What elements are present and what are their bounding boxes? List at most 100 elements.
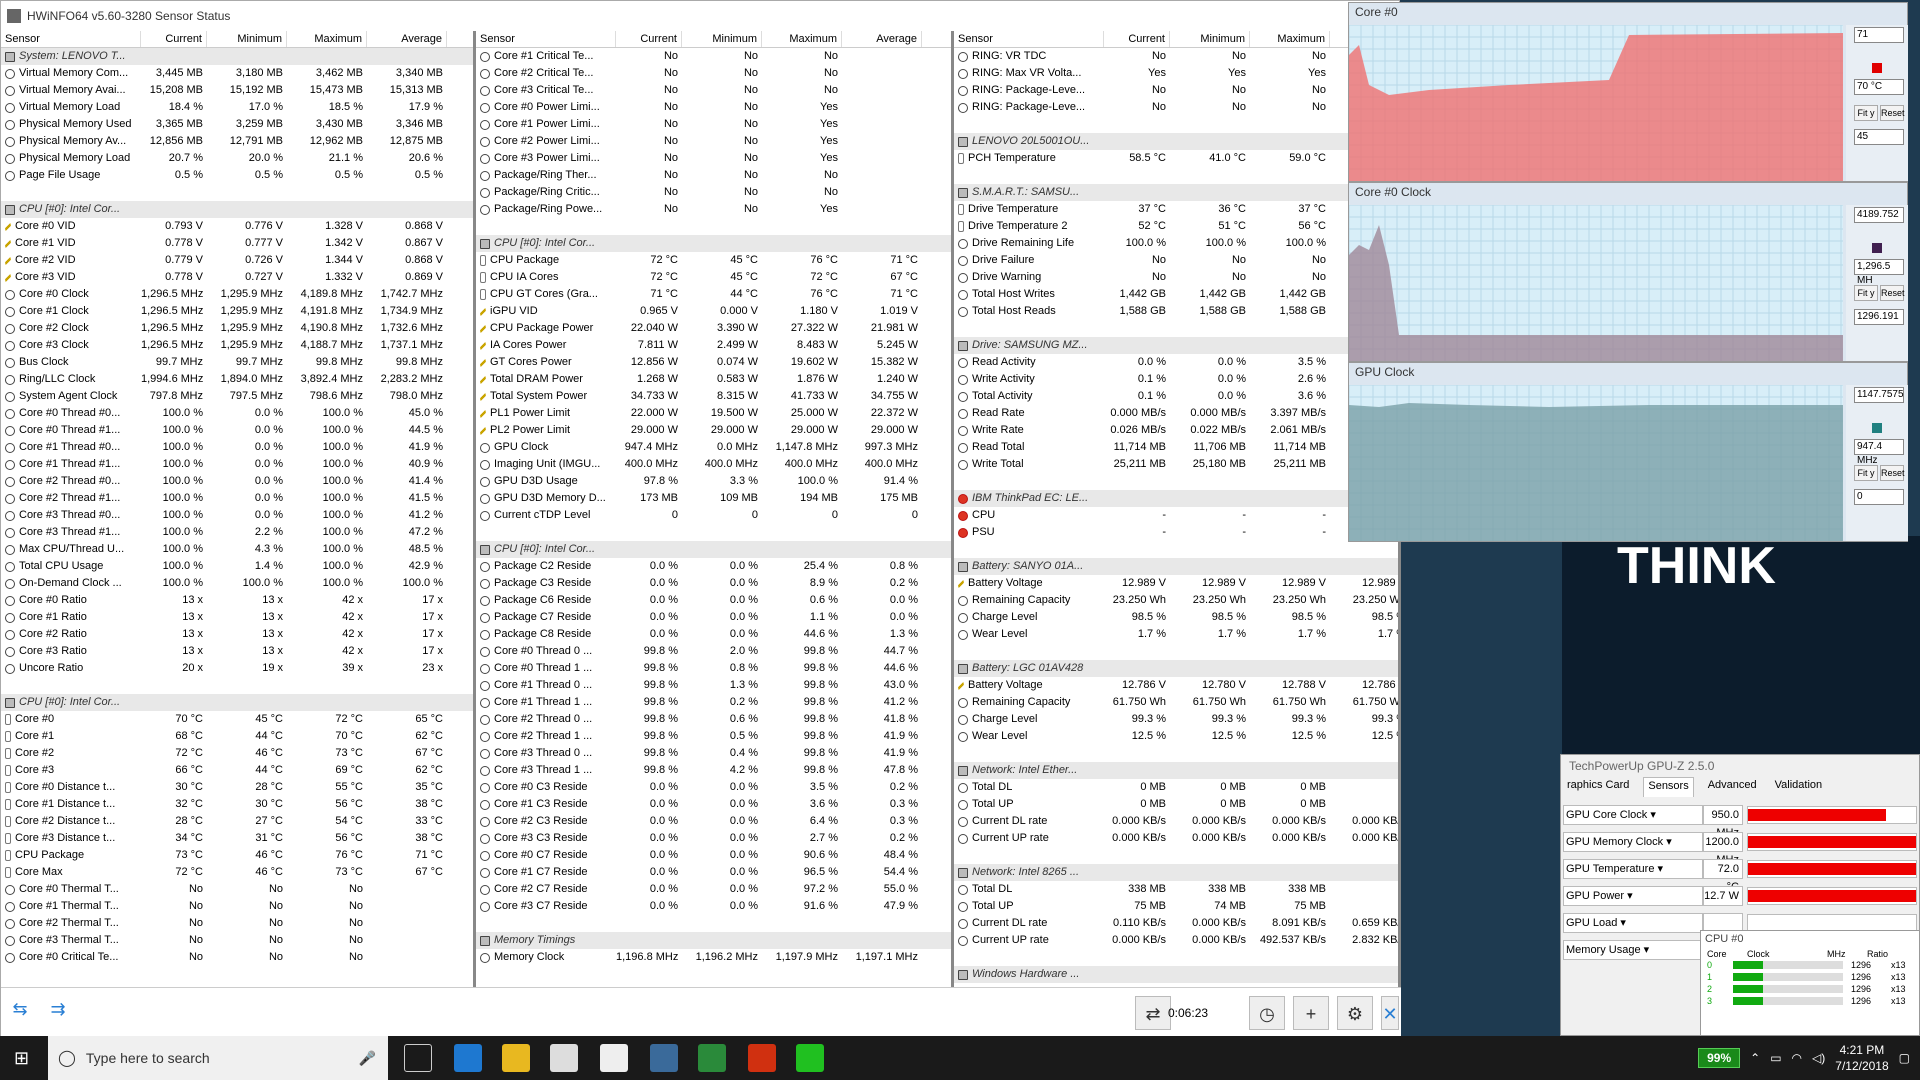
sensor-row[interactable]: Core #1 Thermal T... No No No	[1, 898, 473, 915]
graph-color-swatch[interactable]	[1872, 423, 1882, 433]
sensor-row[interactable]: Virtual Memory Load 18.4 % 17.0 % 18.5 % 17.…	[1, 99, 473, 116]
sensor-row[interactable]: Core #0 Thread #1... 100.0 % 0.0 % 100.0 % 4…	[1, 422, 473, 439]
gpuz-tab[interactable]: raphics Card	[1563, 777, 1633, 797]
sensor-row[interactable]: Core #3 VID 0.778 V 0.727 V 1.332 V 0.869 V	[1, 269, 473, 286]
close-icon[interactable]: ✕	[1381, 996, 1399, 1030]
fit-y-button[interactable]: Fit y	[1854, 465, 1878, 481]
add-report-icon[interactable]: +	[1293, 996, 1329, 1030]
sensor-row[interactable]: RING: Max VR Volta... Yes Yes Yes	[954, 65, 1398, 82]
sensor-row[interactable]: PL1 Power Limit 22.000 W 19.500 W 25.000 W 2…	[476, 405, 951, 422]
sensor-row[interactable]: Uncore Ratio 20 x 19 x 39 x 23 x	[1, 660, 473, 677]
sensor-row[interactable]: Core #0 C3 Reside 0.0 % 0.0 % 3.5 % 0.2 %	[476, 779, 951, 796]
column-header[interactable]: Sensor	[1, 31, 141, 47]
sensor-row[interactable]: Package C3 Reside 0.0 % 0.0 % 8.9 % 0.2 %	[476, 575, 951, 592]
sensor-row[interactable]: Charge Level 99.3 % 99.3 % 99.3 % 99.3 %	[954, 711, 1398, 728]
sensor-row[interactable]: PSU----	[954, 524, 1398, 541]
sensor-group-header[interactable]: CPU [#0]: Intel Cor...	[476, 235, 951, 252]
graph-color-swatch[interactable]	[1872, 243, 1882, 253]
sensor-row[interactable]: Core #0 70 °C 45 °C 72 °C 65 °C	[1, 711, 473, 728]
sensor-row[interactable]: Core #2 C7 Reside 0.0 % 0.0 % 97.2 % 55.0 %	[476, 881, 951, 898]
sensor-row[interactable]: Virtual Memory Avai... 15,208 MB 15,192 MB…	[1, 82, 473, 99]
dropdown-arrow-icon[interactable]: ▾	[1654, 863, 1664, 875]
sensor-row[interactable]: Package/Ring Powe... No No Yes	[476, 201, 951, 218]
gpuz-sensor-label[interactable]: GPU Temperature ▾	[1563, 859, 1703, 879]
sensor-row[interactable]: Core #2 Distance t... 28 °C 27 °C 54 °C 33 °…	[1, 813, 473, 830]
sensor-row[interactable]: Core #0 Power Limi... No No Yes	[476, 99, 951, 116]
sensor-row[interactable]: Physical Memory Load 20.7 % 20.0 % 21.1 % 20…	[1, 150, 473, 167]
sensor-row[interactable]: Core #1 Power Limi... No No Yes	[476, 116, 951, 133]
sensor-row[interactable]: PL2 Power Limit 29.000 W 29.000 W 29.000 W 2…	[476, 422, 951, 439]
sensor-row[interactable]: CPU----	[954, 507, 1398, 524]
graph-min-value[interactable]: 0	[1854, 489, 1904, 505]
sensor-row[interactable]: Core #1 C3 Reside 0.0 % 0.0 % 3.6 % 0.3 %	[476, 796, 951, 813]
sensor-group-header[interactable]: Network: Intel Ether...	[954, 762, 1398, 779]
sensor-group-header[interactable]: LENOVO 20L5001OU...	[954, 133, 1398, 150]
sensor-row[interactable]: Write Activity 0.1 % 0.0 % 2.6 %	[954, 371, 1398, 388]
sensor-group-header[interactable]: Memory Timings	[476, 932, 951, 949]
graph-min-value[interactable]: 1296.191	[1854, 309, 1904, 325]
dropdown-arrow-icon[interactable]: ▾	[1617, 917, 1626, 929]
sensor-row[interactable]: Core #1 68 °C 44 °C 70 °C 62 °C	[1, 728, 473, 745]
column-header[interactable]: Minimum	[1170, 31, 1250, 47]
column-header[interactable]: Average	[842, 31, 922, 47]
sensor-row[interactable]: Charge Level 98.5 % 98.5 % 98.5 % 98.5 %	[954, 609, 1398, 626]
gpuz-sensor-label[interactable]: GPU Memory Clock ▾	[1563, 832, 1703, 852]
sensor-row[interactable]: IBM ThinkPad EC: LE...	[954, 490, 1398, 507]
graph-color-swatch[interactable]	[1872, 63, 1882, 73]
nav-left-icon[interactable]: ⇆	[3, 998, 37, 1020]
windows-start-icon[interactable]: ⊞	[14, 1048, 29, 1069]
sensor-row[interactable]: GPU D3D Usage 97.8 % 3.3 % 100.0 % 91.4 %	[476, 473, 951, 490]
edge-icon[interactable]	[454, 1044, 482, 1072]
sensor-row[interactable]: Core #2 72 °C 46 °C 73 °C 67 °C	[1, 745, 473, 762]
sensor-row[interactable]: Remaining Capacity 23.250 Wh 23.250 Wh 23.2…	[954, 592, 1398, 609]
sensor-row[interactable]: Core #2 Critical Te... No No No	[476, 65, 951, 82]
sensor-row[interactable]: Core #3 Ratio 13 x 13 x 42 x 17 x	[1, 643, 473, 660]
gpuz-tab[interactable]: Validation	[1771, 777, 1827, 797]
graph-max-value[interactable]: 71	[1854, 27, 1904, 43]
sensor-group-header[interactable]: CPU [#0]: Intel Cor...	[476, 541, 951, 558]
sensor-row[interactable]: Core #2 Thermal T... No No No	[1, 915, 473, 932]
sensor-row[interactable]: Core #0 VID 0.793 V 0.776 V 1.328 V 0.868 V	[1, 218, 473, 235]
battery-icon[interactable]: ▭	[1770, 1051, 1781, 1065]
sensor-row[interactable]: GPU D3D Memory D... 173 MB 109 MB 194 MB 175…	[476, 490, 951, 507]
sensor-row[interactable]: Core #3 Thread #1... 100.0 % 2.2 % 100.0 % 4…	[1, 524, 473, 541]
sensor-row[interactable]: Total DL 0 MB 0 MB 0 MB	[954, 779, 1398, 796]
column-header[interactable]: Sensor	[954, 31, 1104, 47]
graph-max-value[interactable]: 4189.752	[1854, 207, 1904, 223]
column-header[interactable]: Current	[1104, 31, 1170, 47]
sensor-row[interactable]: Core #3 Thread 1 ... 99.8 % 4.2 % 99.8 % 47.…	[476, 762, 951, 779]
gpuz-taskbar-icon[interactable]	[698, 1044, 726, 1072]
gpuz-tab[interactable]: Advanced	[1704, 777, 1761, 797]
sensor-row[interactable]: Core #2 VID 0.779 V 0.726 V 1.344 V 0.868 V	[1, 252, 473, 269]
sensor-row[interactable]: Core #1 Distance t... 32 °C 30 °C 56 °C 38 °…	[1, 796, 473, 813]
wifi-icon[interactable]: ◠	[1792, 1051, 1802, 1065]
reset-button[interactable]: Reset	[1880, 105, 1905, 121]
sensor-row[interactable]: On-Demand Clock ... 100.0 % 100.0 % 100.0 %…	[1, 575, 473, 592]
reset-button[interactable]: Reset	[1880, 285, 1905, 301]
gpuz-sensor-label[interactable]: GPU Power ▾	[1563, 886, 1703, 906]
sensor-row[interactable]: Battery Voltage 12.786 V 12.780 V 12.788 V 1…	[954, 677, 1398, 694]
sensor-row[interactable]: RING: VR TDC No No No	[954, 48, 1398, 65]
sensor-row[interactable]: Wear Level 12.5 % 12.5 % 12.5 % 12.5 %	[954, 728, 1398, 745]
sensor-row[interactable]: Drive Temperature 2 52 °C 51 °C 56 °C	[954, 218, 1398, 235]
mail-icon[interactable]	[600, 1044, 628, 1072]
sensor-row[interactable]: Drive Temperature 37 °C 36 °C 37 °C	[954, 201, 1398, 218]
sensor-row[interactable]: PCH Temperature 58.5 °C 41.0 °C 59.0 °C	[954, 150, 1398, 167]
sensor-row[interactable]: Core #3 Clock 1,296.5 MHz 1,295.9 MHz 4,188…	[1, 337, 473, 354]
sensor-row[interactable]: Battery Voltage 12.989 V 12.989 V 12.989 V 1…	[954, 575, 1398, 592]
sensor-row[interactable]: Core #0 C7 Reside 0.0 % 0.0 % 90.6 % 48.4 %	[476, 847, 951, 864]
column-header[interactable]: Maximum	[762, 31, 842, 47]
sensor-row[interactable]: Remaining Capacity 61.750 Wh 61.750 Wh 61.7…	[954, 694, 1398, 711]
column-header[interactable]: Average	[367, 31, 447, 47]
notifications-icon[interactable]: ▢	[1899, 1051, 1910, 1065]
sensor-group-header[interactable]: CPU [#0]: Intel Cor...	[1, 201, 473, 218]
sensor-row[interactable]: Core #1 Thread 0 ... 99.8 % 1.3 % 99.8 % 43.…	[476, 677, 951, 694]
settings-icon[interactable]: ⚙	[1337, 996, 1373, 1030]
sensor-row[interactable]: Core #2 Ratio 13 x 13 x 42 x 17 x	[1, 626, 473, 643]
sensor-row[interactable]: Core #0 Thread 1 ... 99.8 % 0.8 % 99.8 % 44.…	[476, 660, 951, 677]
sensor-row[interactable]: Core #1 Ratio 13 x 13 x 42 x 17 x	[1, 609, 473, 626]
up-chevron-icon[interactable]: ⌃	[1750, 1051, 1760, 1065]
sensor-row[interactable]: GT Cores Power 12.856 W 0.074 W 19.602 W 15.…	[476, 354, 951, 371]
sensor-row[interactable]: Core #2 Thread 1 ... 99.8 % 0.5 % 99.8 % 41.…	[476, 728, 951, 745]
sensor-row[interactable]: CPU Package 73 °C 46 °C 76 °C 71 °C	[1, 847, 473, 864]
